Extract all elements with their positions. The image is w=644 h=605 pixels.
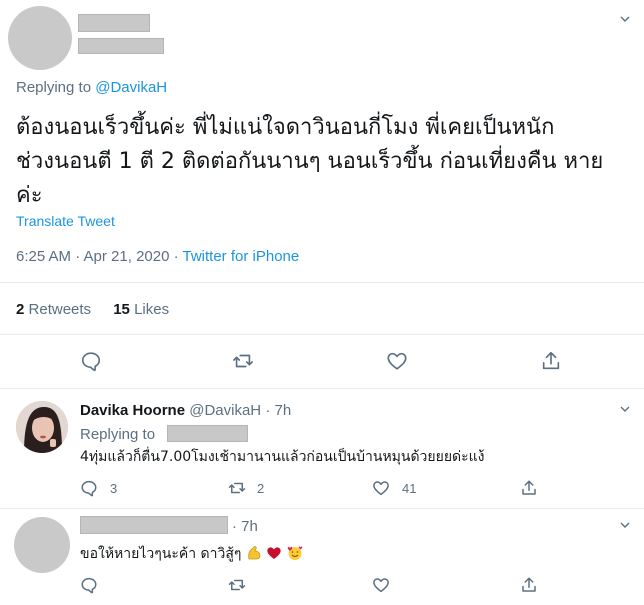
likes-stat[interactable]: 15 Likes: [113, 301, 169, 318]
reply-count: 3: [110, 481, 118, 496]
redacted-handle: [78, 38, 164, 54]
retweet-icon[interactable]: [228, 479, 246, 497]
share-icon[interactable]: [520, 576, 538, 594]
heart-emoji: [266, 545, 282, 565]
heart-icon[interactable]: [372, 479, 390, 497]
heart-icon[interactable]: [372, 576, 390, 594]
retweets-stat[interactable]: 2 Retweets: [16, 301, 91, 318]
tweet-text: ต้องนอนเร็วขึ้นค่ะ พี่ไม่แน่ใจดาวินอนกี่…: [16, 111, 636, 213]
avatar[interactable]: [14, 517, 70, 573]
share-icon[interactable]: [520, 479, 538, 497]
share-icon[interactable]: [540, 350, 562, 372]
chevron-down-icon[interactable]: [620, 404, 630, 414]
flexed-biceps-emoji: [246, 545, 262, 565]
tweet-text-line: ต้องนอนเร็วขึ้นค่ะ พี่ไม่แน่ใจดาวินอนกี่…: [16, 115, 555, 140]
redacted-name: [78, 14, 150, 32]
tweet-stats: 2 Retweets 15 Likes: [16, 301, 169, 318]
reply-header: Davika Hoorne @DavikaH · 7h: [80, 402, 291, 419]
source-link[interactable]: Twitter for iPhone: [183, 248, 300, 265]
translate-tweet-link[interactable]: Translate Tweet: [16, 213, 115, 229]
retweet-count: 2: [257, 481, 265, 496]
handle[interactable]: @DavikaH: [189, 402, 261, 419]
chevron-down-icon[interactable]: [620, 14, 630, 24]
reply-text-row: ขอให้หายไวๆนะค้า ดาวิสู้ๆ: [80, 543, 303, 565]
heart-icon[interactable]: [386, 350, 408, 372]
tweet-text-line: ช่วงนอนตี 1 ตี 2 ติดต่อกันนานๆ นอนเร็วขึ…: [16, 149, 604, 174]
timestamp[interactable]: · 7h: [232, 518, 258, 535]
redacted-handle: [167, 425, 248, 442]
timestamp[interactable]: · 7h: [265, 402, 291, 419]
retweets-label: Retweets: [28, 301, 92, 318]
replying-to: Replying to @DavikaH: [16, 79, 167, 96]
like-count: 41: [402, 481, 417, 496]
separator: [0, 508, 644, 509]
timestamp-text: 6:25 AM · Apr 21, 2020 ·: [16, 248, 183, 265]
separator: [0, 388, 644, 389]
reply-icon[interactable]: [80, 350, 102, 372]
reply-icon[interactable]: [80, 576, 98, 594]
chevron-down-icon[interactable]: [620, 520, 630, 530]
reply-icon[interactable]: [80, 479, 98, 497]
reply-text: 4ทุ่มแล้วก็ตื่น7.00โมงเช้ามานานแล้วก่อนเ…: [80, 449, 485, 465]
reply-text: ขอให้หายไวๆนะค้า ดาวิสู้ๆ: [80, 546, 242, 562]
tweet-timestamp: 6:25 AM · Apr 21, 2020 · Twitter for iPh…: [16, 248, 299, 265]
display-name[interactable]: Davika Hoorne: [80, 402, 185, 419]
replying-prefix: Replying to: [16, 79, 92, 96]
likes-label: Likes: [134, 301, 170, 318]
likes-count: 15: [113, 301, 130, 318]
separator: [0, 334, 644, 335]
avatar[interactable]: [16, 401, 68, 453]
tweet-text-line: ค่ะ: [16, 183, 43, 208]
smiling-face-with-hearts-emoji: [287, 545, 303, 565]
retweet-icon[interactable]: [232, 350, 254, 372]
replying-handle-link[interactable]: @DavikaH: [95, 79, 167, 96]
separator: [0, 282, 644, 283]
retweets-count: 2: [16, 301, 25, 318]
avatar[interactable]: [8, 6, 72, 70]
replying-prefix: Replying to: [80, 426, 156, 443]
redacted-name: [80, 516, 228, 534]
retweet-icon[interactable]: [228, 576, 246, 594]
